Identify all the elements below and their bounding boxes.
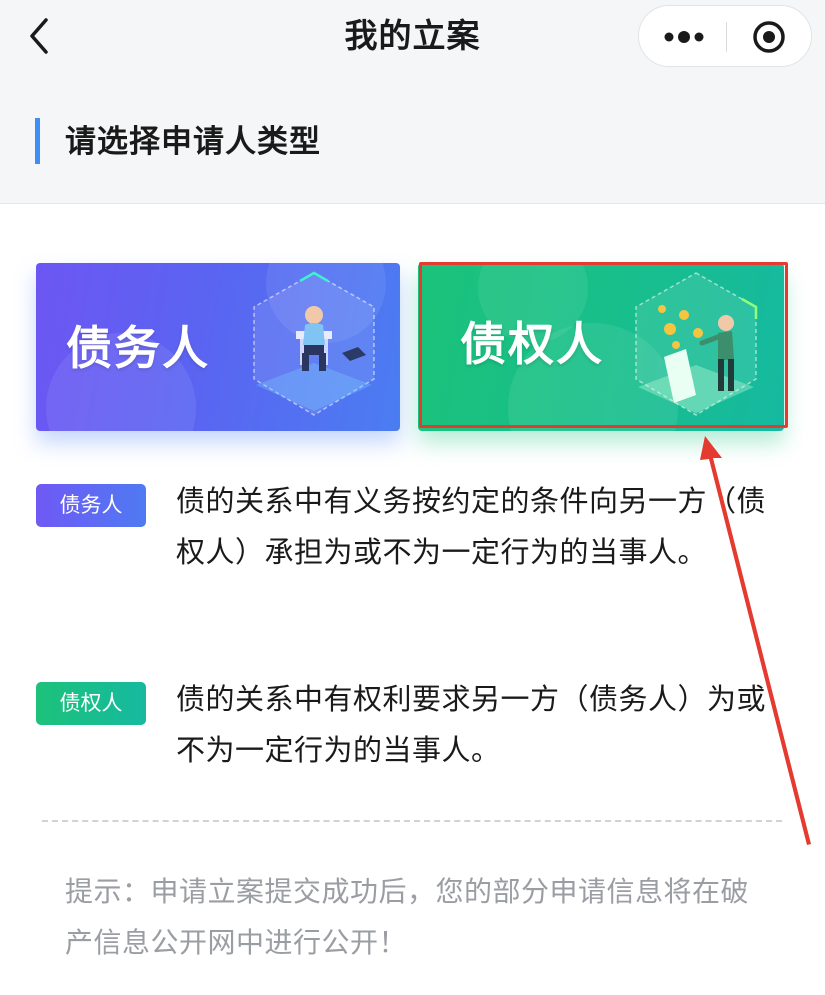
dashed-divider [42, 820, 782, 822]
creditor-badge: 债权人 [36, 682, 146, 725]
section-title: 请选择申请人类型 [65, 124, 321, 160]
more-button[interactable] [639, 6, 726, 66]
close-mini-program-button[interactable] [727, 6, 813, 66]
target-close-icon [753, 21, 785, 53]
section-accent-bar [35, 118, 40, 164]
tip-text: 提示：申请立案提交成功后，您的部分申请信息将在破产信息公开网中进行公开！ [65, 875, 750, 959]
debtor-badge: 债务人 [36, 484, 146, 527]
section-header: 请选择申请人类型 [0, 78, 825, 204]
mini-program-capsule [638, 5, 812, 67]
definition-debtor: 债务人 债的关系中有义务按约定的条件向另一方（债权人）承担为或不为一定行为的当事… [36, 481, 796, 641]
definition-creditor: 债权人 债的关系中有权利要求另一方（债务人）为或不为一定行为的当事人。 [36, 679, 796, 789]
debtor-card-label: 债务人 [66, 321, 210, 375]
nav-bar: 我的立案 [0, 0, 825, 78]
selected-card-highlight [419, 262, 788, 428]
creditor-definition-text: 债的关系中有权利要求另一方（债务人）为或不为一定行为的当事人。 [176, 682, 767, 767]
more-dots-icon [664, 31, 704, 43]
sitting-person-icon [253, 271, 375, 416]
debtor-definition-text: 债的关系中有义务按约定的条件向另一方（债权人）承担为或不为一定行为的当事人。 [176, 484, 767, 569]
debtor-card[interactable]: 债务人 [36, 263, 400, 431]
